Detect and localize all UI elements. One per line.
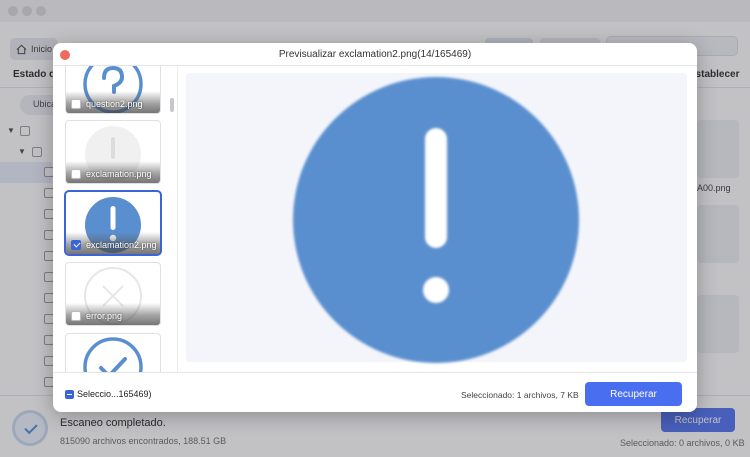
image-preview xyxy=(186,73,687,363)
thumbnail-label: question2.png xyxy=(86,99,143,109)
thumbnail-list[interactable]: question2.png exclamation.png exclamatio… xyxy=(53,66,177,372)
select-all-label: Seleccio...165469) xyxy=(77,389,152,399)
thumbnail-label: error.png xyxy=(86,311,123,321)
thumbnail-item[interactable] xyxy=(65,333,161,372)
thumbnail-item-selected[interactable]: exclamation2.png xyxy=(65,191,161,255)
recover-button[interactable]: Recuperar xyxy=(585,382,682,406)
preview-dialog: Previsualizar exclamation2.png(14/165469… xyxy=(53,43,697,412)
thumbnail-item[interactable]: error.png xyxy=(65,262,161,326)
selected-info: Seleccionado: 1 archivos, 7 KB xyxy=(461,390,579,400)
exclamation-icon xyxy=(293,77,579,363)
thumbnail-checkbox[interactable] xyxy=(71,311,81,321)
thumbnail-label: exclamation2.png xyxy=(86,240,157,250)
thumbnail-item[interactable]: question2.png xyxy=(65,66,161,114)
divider xyxy=(177,66,178,372)
thumbnail-checkbox[interactable] xyxy=(71,240,81,250)
dialog-footer: Seleccio...165469) Seleccionado: 1 archi… xyxy=(53,372,697,412)
thumbnail-label: exclamation.png xyxy=(86,169,152,179)
select-all-checkbox[interactable] xyxy=(65,390,74,399)
checkmark-icon xyxy=(83,337,143,372)
thumbnail-scrollbar[interactable] xyxy=(170,98,174,112)
thumbnail-checkbox[interactable] xyxy=(71,169,81,179)
dialog-title: Previsualizar exclamation2.png(14/165469… xyxy=(278,49,472,60)
thumbnail-checkbox[interactable] xyxy=(71,99,81,109)
thumbnail-item[interactable]: exclamation.png xyxy=(65,120,161,184)
